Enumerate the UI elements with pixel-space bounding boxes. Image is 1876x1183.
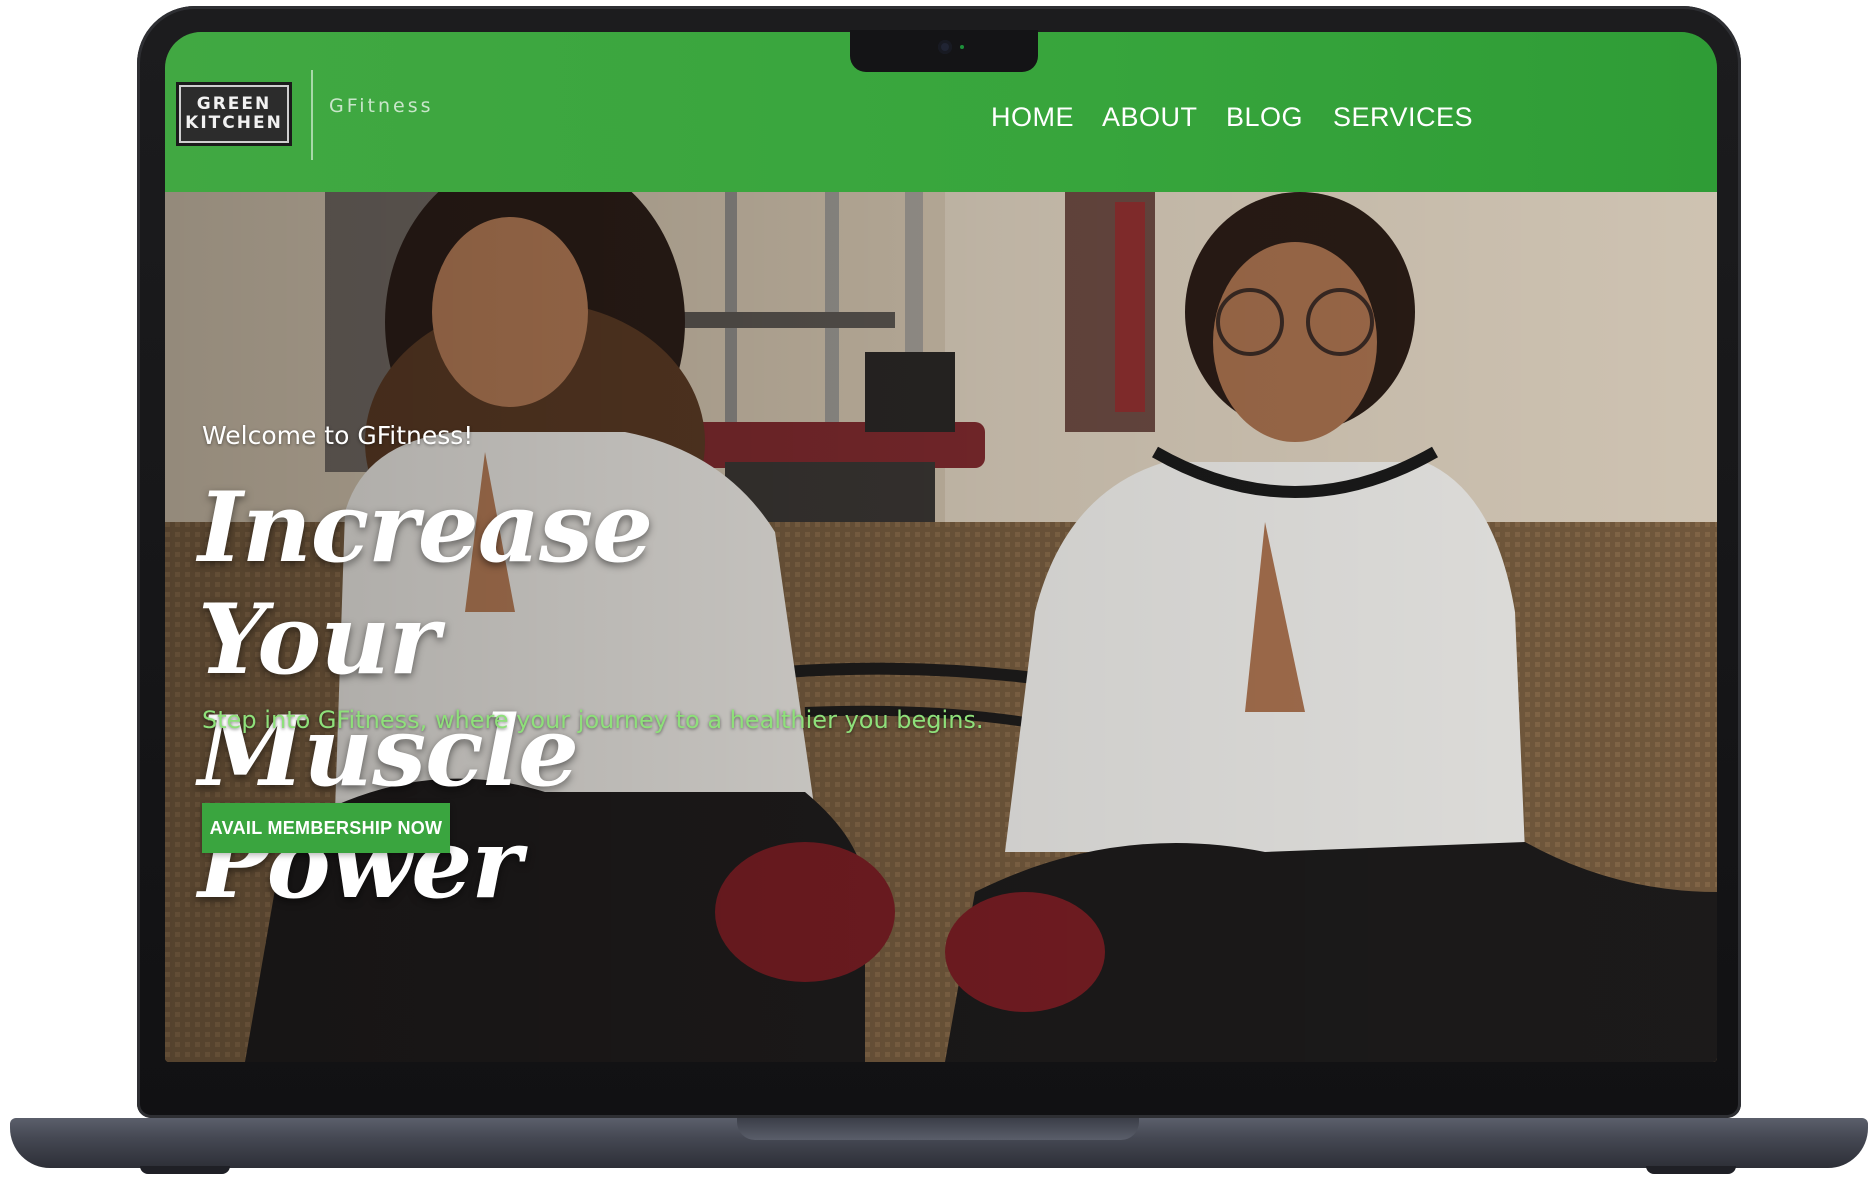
- nav-blog[interactable]: BLOG: [1226, 92, 1303, 142]
- nav-home[interactable]: HOME: [991, 92, 1074, 142]
- screen-notch: [850, 30, 1038, 72]
- laptop-foot-right: [1646, 1166, 1736, 1174]
- laptop-screen: GREEN KITCHEN GFitness HOME ABOUT BLOG S…: [165, 32, 1717, 1062]
- hero-section: Welcome to GFitness! Increase Your Muscl…: [165, 192, 1717, 1062]
- nav-about[interactable]: ABOUT: [1102, 92, 1198, 142]
- laptop-opening-lip: [737, 1118, 1139, 1140]
- headline-line-1: Increase Your: [198, 471, 653, 696]
- laptop-mockup: GREEN KITCHEN GFitness HOME ABOUT BLOG S…: [0, 0, 1876, 1183]
- main-nav: HOME ABOUT BLOG SERVICES: [165, 92, 1717, 142]
- camera-led: [960, 45, 964, 49]
- avail-membership-button[interactable]: AVAIL MEMBERSHIP NOW: [202, 803, 450, 853]
- hero-welcome-text: Welcome to GFitness!: [202, 421, 474, 450]
- laptop-foot-left: [140, 1166, 230, 1174]
- nav-services[interactable]: SERVICES: [1333, 92, 1473, 142]
- camera-icon: [938, 40, 952, 54]
- hero-subtitle: Step into GFitness, where your journey t…: [202, 706, 984, 734]
